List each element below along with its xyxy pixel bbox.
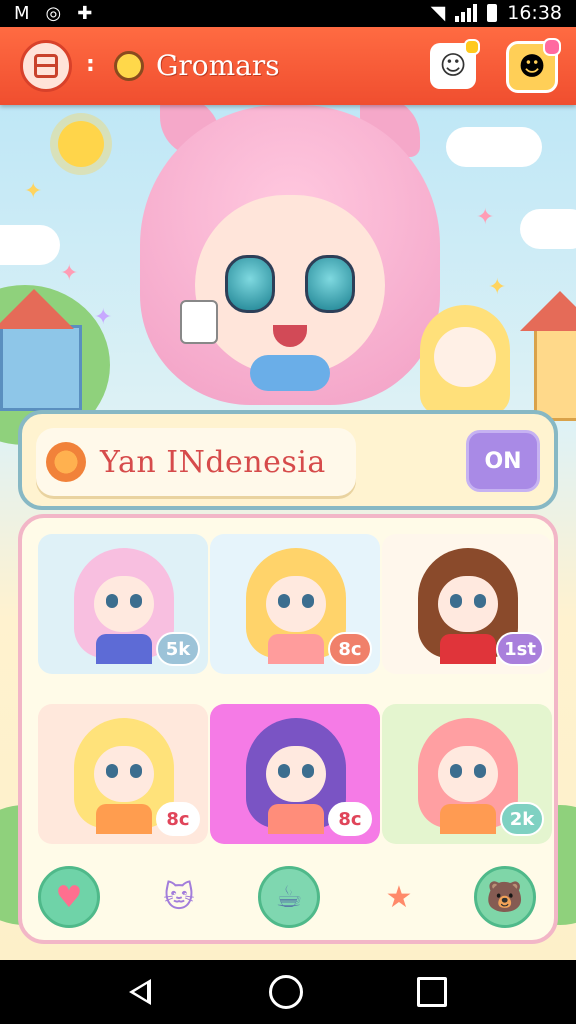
sparkle-icon: ✦ — [24, 179, 43, 204]
character-face — [195, 195, 385, 375]
character-face — [94, 746, 154, 802]
character-card[interactable]: 8c — [210, 534, 380, 674]
player-name: Yan INdenesia — [100, 444, 326, 480]
toggle-button[interactable]: ON — [466, 430, 540, 492]
character-face — [438, 576, 498, 632]
house-roof — [520, 291, 576, 331]
battery-icon — [487, 4, 498, 22]
notification-badge — [543, 38, 561, 56]
sparkle-icon: ✦ — [60, 261, 79, 286]
notification-badge — [464, 39, 480, 55]
character-face — [266, 576, 326, 632]
cup-icon[interactable]: ☕ — [258, 866, 320, 928]
sync-icon: ◎ — [45, 3, 62, 24]
gmail-icon: M — [14, 3, 30, 24]
home-icon — [269, 975, 303, 1009]
character-outfit — [440, 804, 496, 834]
house-roof — [0, 289, 74, 329]
character-panel: 5k 8c 1st 8c 8c 2k ♥ 🐱 ☕ ★ 🐻 — [18, 514, 558, 944]
sun-icon — [58, 121, 104, 167]
status-time: 16:38 — [507, 2, 562, 24]
character-outfit — [96, 804, 152, 834]
house — [0, 325, 82, 411]
character-card[interactable]: 8c — [38, 704, 208, 844]
character-outfit — [440, 634, 496, 664]
character-card[interactable]: 2k — [382, 704, 552, 844]
character-count-badge: 5k — [156, 632, 200, 666]
player-name-plate[interactable]: Yan INdenesia — [36, 428, 356, 496]
cloud — [446, 127, 542, 167]
house — [534, 325, 576, 421]
character-count-badge: 1st — [496, 632, 544, 666]
character-count-badge: 8c — [328, 802, 372, 836]
flower-face-icon — [46, 442, 86, 482]
character-card[interactable]: 1st — [382, 534, 552, 674]
character-face — [438, 746, 498, 802]
app-title: Gromars — [156, 49, 280, 82]
app-bar: : Gromars ☺ ☻ — [0, 27, 576, 105]
main-character[interactable] — [140, 105, 440, 425]
character-count-badge: 8c — [328, 632, 372, 666]
system-nav-bar — [0, 960, 576, 1024]
side-character[interactable] — [420, 305, 510, 415]
gift-button[interactable]: ☺ — [430, 39, 480, 89]
player-banner: Yan INdenesia ON — [18, 410, 558, 510]
menu-icon — [34, 54, 58, 78]
character-eye — [305, 255, 355, 313]
side-character-face — [434, 327, 496, 387]
bear-face-icon[interactable]: 🐻 — [474, 866, 536, 928]
sparkle-icon: ✦ — [476, 205, 495, 230]
cloud — [0, 225, 60, 265]
back-icon — [129, 979, 151, 1005]
character-card[interactable]: 5k — [38, 534, 208, 674]
character-card[interactable]: 8c — [210, 704, 380, 844]
character-eye — [225, 255, 275, 313]
app-logo-icon — [114, 51, 144, 81]
status-bar: M ◎ ✚ ◥ 16:38 — [0, 0, 576, 27]
character-face — [266, 746, 326, 802]
character-mouth — [273, 325, 307, 347]
signal-icon — [455, 4, 478, 22]
back-button[interactable] — [120, 972, 160, 1012]
character-outfit — [96, 634, 152, 664]
heart-chat-icon[interactable]: ♥ — [38, 866, 100, 928]
cat-mascot-icon[interactable]: 🐱 — [148, 866, 210, 928]
wifi-icon: ◥ — [430, 2, 446, 24]
title-separator: : — [86, 52, 95, 77]
menu-button[interactable] — [20, 40, 72, 92]
cloud — [520, 209, 576, 249]
phone-icon — [180, 300, 218, 344]
character-bow — [250, 355, 330, 391]
sparkle-icon: ✦ — [488, 275, 507, 300]
profile-button[interactable]: ☻ — [506, 38, 561, 93]
character-outfit — [268, 804, 324, 834]
star-face-icon[interactable]: ★ — [368, 866, 430, 928]
home-button[interactable] — [266, 972, 306, 1012]
bottom-dock: ♥ 🐱 ☕ ★ 🐻 — [22, 860, 554, 940]
character-count-badge: 8c — [156, 802, 200, 836]
gift-icon: ☺ — [439, 51, 467, 81]
character-outfit — [268, 634, 324, 664]
character-face — [94, 576, 154, 632]
character-count-badge: 2k — [500, 802, 544, 836]
recents-icon — [417, 977, 447, 1007]
smiley-face-icon: ☻ — [518, 52, 546, 82]
plus-icon: ✚ — [77, 3, 93, 24]
recents-button[interactable] — [412, 972, 452, 1012]
